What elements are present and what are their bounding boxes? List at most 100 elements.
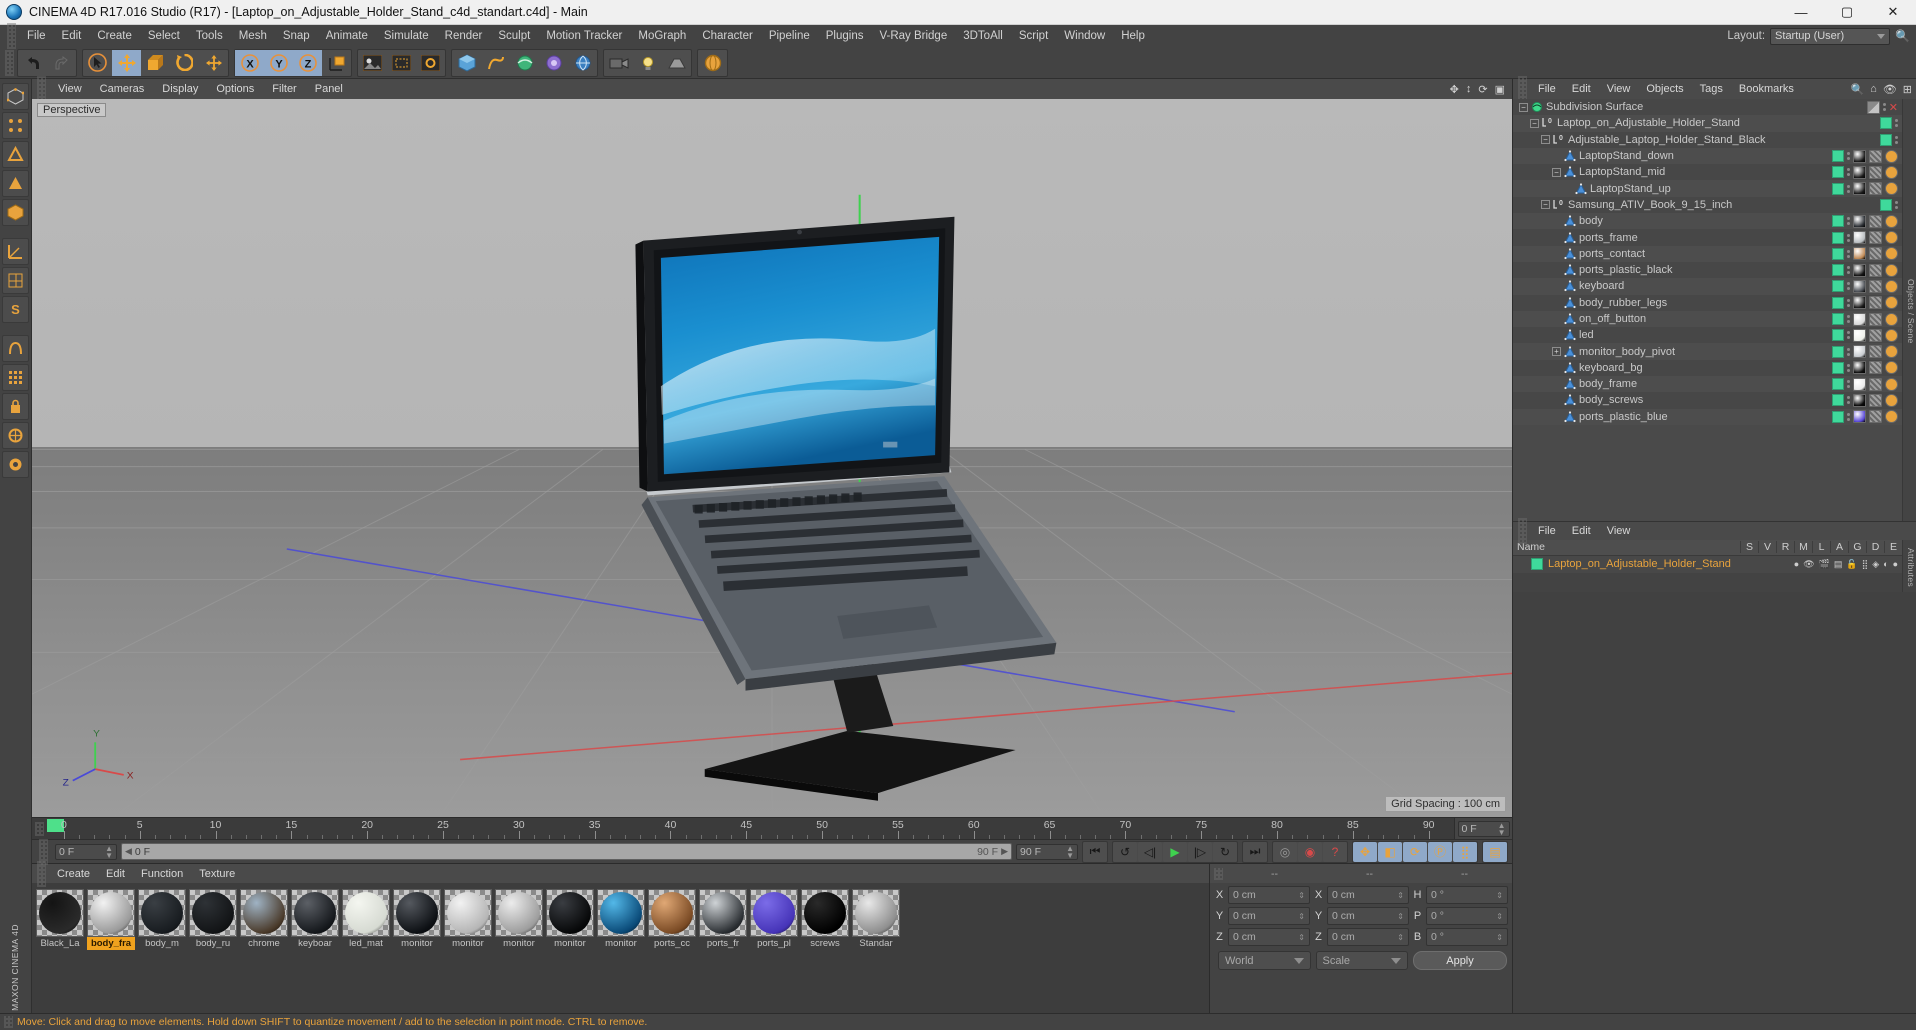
render-region-button[interactable]	[387, 50, 416, 76]
render-settings-button[interactable]	[416, 50, 445, 76]
current-frame-field[interactable]: 0 F ▲ ▼	[55, 843, 117, 860]
enable-axis-icon[interactable]	[2, 422, 29, 449]
object-row[interactable]: − LaptopStand_mid	[1513, 164, 1902, 181]
solo-icon[interactable]: ●	[1794, 559, 1799, 570]
generators-icon[interactable]: ◈	[1872, 559, 1879, 570]
phong-tag-icon[interactable]	[1885, 328, 1898, 342]
menu-item-edit[interactable]: Edit	[1564, 82, 1599, 96]
uvw-tag-icon[interactable]	[1869, 214, 1882, 228]
grid-snap-icon[interactable]	[2, 364, 29, 391]
home-icon[interactable]: ⌂	[1870, 83, 1877, 96]
environment-button[interactable]	[568, 50, 597, 76]
menu-item-view[interactable]: View	[1599, 82, 1639, 96]
visibility-dots-icon[interactable]	[1882, 103, 1886, 112]
phong-tag-icon[interactable]	[1885, 182, 1898, 196]
menu-item-window[interactable]: Window	[1056, 28, 1113, 44]
keyframe-help-button[interactable]: ?	[1323, 841, 1347, 862]
expressions-icon[interactable]: ●	[1893, 559, 1898, 570]
apply-button[interactable]: Apply	[1413, 951, 1507, 970]
coordinate-space-dropdown[interactable]: World	[1218, 951, 1311, 970]
spinner-icon-2[interactable]: ▲ ▼	[105, 844, 113, 859]
menu-item-view[interactable]: View	[1599, 524, 1639, 538]
material-preview[interactable]	[495, 889, 543, 937]
material-tag-icon[interactable]	[1853, 296, 1866, 310]
material-cell[interactable]: screws	[801, 889, 849, 950]
material-cell[interactable]: keyboar	[291, 889, 339, 950]
play-button[interactable]: ▶	[1163, 841, 1187, 862]
timeline-right-frame-field[interactable]: 0 F ▲ ▼	[1457, 820, 1510, 837]
visibility-dots-icon[interactable]	[1895, 119, 1898, 128]
visibility-dots-icon[interactable]	[1847, 152, 1850, 161]
uvw-tag-icon[interactable]	[1869, 377, 1882, 391]
object-row[interactable]: keyboard	[1513, 278, 1902, 295]
coord-field-rotation[interactable]: 0 ° ⇕	[1426, 928, 1508, 946]
material-cell[interactable]: monitor	[495, 889, 543, 950]
phong-tag-icon[interactable]	[1885, 231, 1898, 245]
phong-tag-icon[interactable]	[1885, 312, 1898, 326]
uvw-tag-icon[interactable]	[1869, 410, 1882, 424]
material-cell[interactable]: ports_cc	[648, 889, 696, 950]
lock-icon[interactable]: 🔓	[1846, 559, 1857, 570]
animation-icon[interactable]: ⣿	[1862, 559, 1869, 570]
menu-item-select[interactable]: Select	[140, 28, 188, 44]
visibility-chip[interactable]	[1832, 313, 1844, 325]
visibility-chip[interactable]	[1832, 361, 1844, 374]
visibility-chip[interactable]	[1832, 231, 1844, 244]
lock-y-axis-button[interactable]: Y	[264, 49, 293, 76]
uvw-tag-icon[interactable]	[1869, 165, 1882, 179]
model-mode-icon[interactable]	[2, 199, 29, 226]
spinner-icon[interactable]: ⇕	[1397, 933, 1404, 942]
previous-frame-button[interactable]: ◁|	[1138, 841, 1162, 862]
menu-item-view[interactable]: View	[49, 82, 91, 96]
material-preview[interactable]	[852, 889, 900, 937]
lock-axis-icon[interactable]	[2, 393, 29, 420]
spinner-icon[interactable]: ⇕	[1397, 891, 1404, 900]
material-cell[interactable]: body_m	[138, 889, 186, 950]
timeline-toggle-icon[interactable]: ▤	[1483, 841, 1507, 862]
menu-item-sculpt[interactable]: Sculpt	[490, 28, 538, 44]
visibility-chip[interactable]	[1832, 166, 1844, 179]
menu-item-file[interactable]: File	[1530, 82, 1564, 96]
object-row[interactable]: body_frame	[1513, 376, 1902, 393]
material-cell[interactable]: Black_La	[36, 889, 84, 950]
visibility-dots-icon[interactable]	[1847, 363, 1850, 372]
material-cell[interactable]: Standar	[852, 889, 900, 950]
material-preview[interactable]	[189, 889, 237, 937]
go-to-start-button[interactable]: ⏮	[1083, 841, 1107, 862]
deformer-button[interactable]	[539, 50, 568, 76]
play-backwards-button[interactable]: ↺	[1113, 841, 1137, 862]
deformers-icon[interactable]: ◐	[1883, 559, 1888, 570]
visibility-chip[interactable]	[1832, 182, 1844, 195]
layer-column-name[interactable]: Name	[1513, 541, 1740, 553]
object-manager-side-tab[interactable]: Objects / Scene	[1902, 99, 1916, 521]
coord-field-size[interactable]: 0 cm ⇕	[1327, 907, 1409, 925]
snap-icon[interactable]	[2, 335, 29, 362]
layer-column-v[interactable]: V	[1758, 541, 1776, 553]
visibility-dots-icon[interactable]	[1847, 315, 1850, 323]
material-tag-icon[interactable]	[1853, 182, 1866, 196]
material-cell[interactable]: led_mat	[342, 889, 390, 950]
slider-left-arrow-icon[interactable]: ◀	[125, 846, 132, 857]
menu-item-tags[interactable]: Tags	[1692, 82, 1731, 96]
expander-toggle-icon[interactable]: −	[1519, 102, 1528, 112]
material-cell[interactable]: body_ru	[189, 889, 237, 950]
menu-item-motion-tracker[interactable]: Motion Tracker	[538, 28, 630, 44]
material-preview[interactable]	[597, 889, 645, 937]
material-preview[interactable]	[750, 889, 798, 937]
search-icon[interactable]: 🔍	[1895, 29, 1910, 43]
menu-item-animate[interactable]: Animate	[318, 28, 376, 44]
menu-item-render[interactable]: Render	[437, 28, 491, 44]
spinner-icon[interactable]: ▲ ▼	[1498, 821, 1506, 836]
next-frame-button[interactable]: |▷	[1188, 841, 1212, 862]
spinner-icon[interactable]: ⇕	[1496, 912, 1503, 921]
menu-item-simulate[interactable]: Simulate	[376, 28, 437, 44]
uvw-tag-icon[interactable]	[1869, 328, 1882, 342]
uvw-tag-icon[interactable]	[1869, 361, 1882, 375]
object-row[interactable]: − Subdivision Surface ✕	[1513, 99, 1902, 116]
menu-item-edit[interactable]: Edit	[54, 28, 90, 44]
menu-item-edit[interactable]: Edit	[1564, 524, 1599, 538]
perspective-viewport[interactable]: Y X Z Perspective Grid Spacing : 100 cm	[32, 99, 1512, 817]
visibility-dots-icon[interactable]	[1847, 168, 1850, 177]
material-cell[interactable]: body_fra	[87, 889, 135, 950]
uvw-tag-icon[interactable]	[1869, 296, 1882, 310]
